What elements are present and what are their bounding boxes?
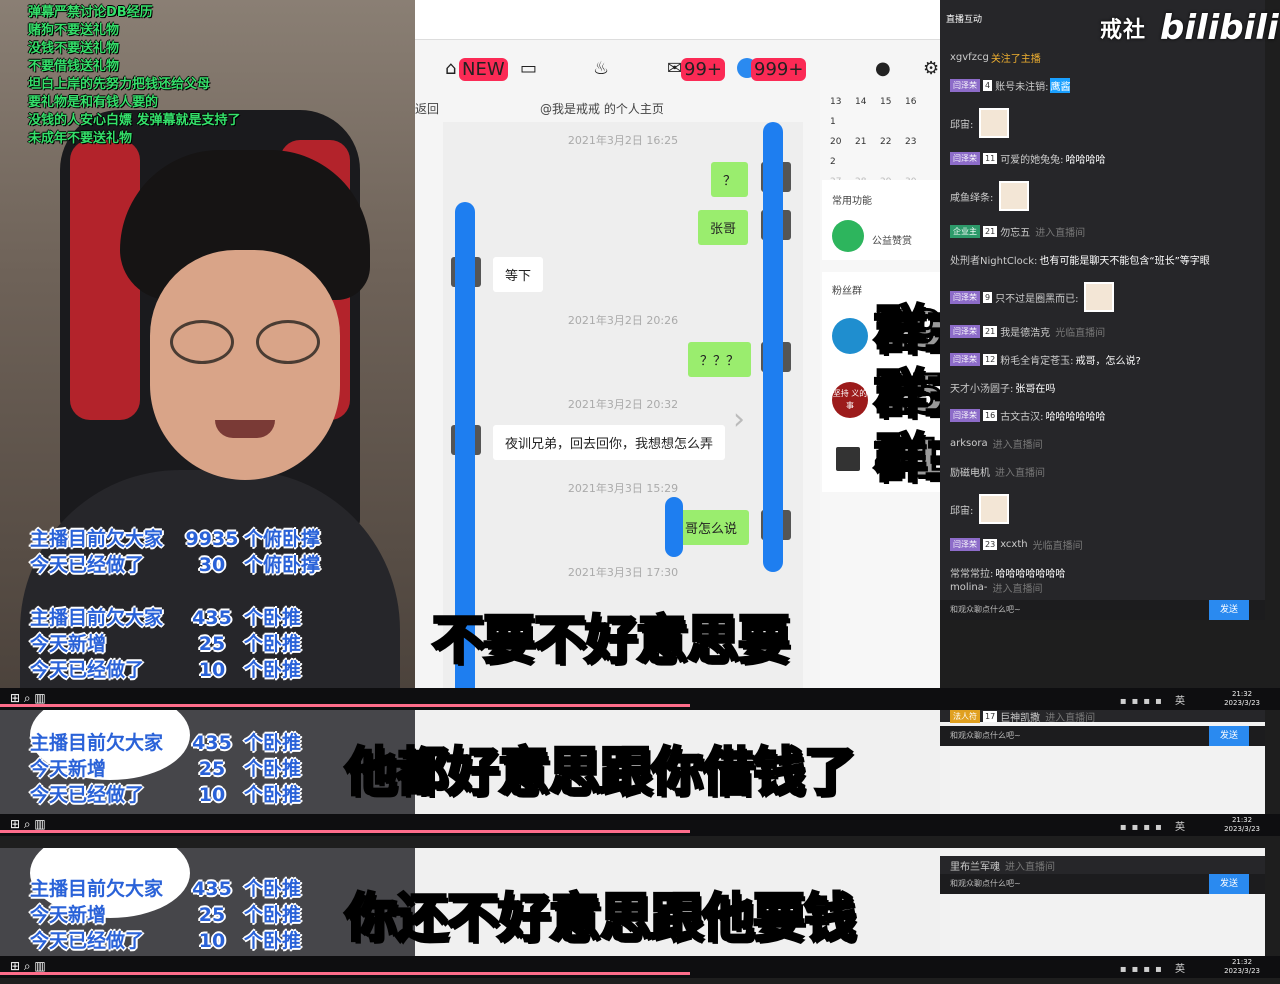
progress-bar xyxy=(0,704,690,707)
clock: 21:32 2023/3/23 xyxy=(1224,958,1260,975)
back-link[interactable]: 返回 xyxy=(415,100,439,117)
bilibili-logo: bilibili xyxy=(1160,8,1279,48)
timestamp: 2021年3月2日 16:25 xyxy=(567,134,679,147)
message-received: 夜训兄弟，回去回你，我想想怎么弄 xyxy=(493,425,726,460)
sticker-emote xyxy=(979,108,1010,138)
timestamp: 2021年3月2日 20:32 xyxy=(567,398,679,411)
stream-rules: 弹幕严禁讨论DB经历 赌狗不要送礼物 没钱不要送礼物 不要借钱送礼物 坦白上岸的先努力… xyxy=(28,5,241,146)
settings-icon[interactable]: ⚙ xyxy=(923,58,939,79)
video-frame-1: 弹幕严禁讨论DB经历 赌狗不要送礼物 没钱不要送礼物 不要借钱送礼物 坦白上岸的先努力… xyxy=(0,0,1280,710)
charity-link[interactable]: 公益赞赏 xyxy=(872,232,912,247)
chevron-right-icon[interactable]: › xyxy=(733,402,745,437)
clock: 21:32 2023/3/23 xyxy=(1224,816,1260,833)
webcam-feed: 弹幕严禁讨论DB经历 赌狗不要送礼物 没钱不要送礼物 不要借钱送礼物 坦白上岸的先努力… xyxy=(0,0,415,688)
chat-icon[interactable]: ● xyxy=(875,58,891,79)
pushup-counter: 主播目前欠大家 9935 个俯卧撑 今天已经做了 30 个俯卧撑 xyxy=(30,528,321,576)
message-sent: 哥怎么说 xyxy=(673,510,750,545)
blue-redaction-stroke xyxy=(763,122,783,572)
system-tray: ▪▪▪▪ 英 xyxy=(1119,964,1190,975)
browser-window: ⌂ NEW ▭ ♨ ✉ 99+ 999+ ● ⚙ 返回 @我是戒戒 的个人主页 20… xyxy=(415,0,1234,710)
timestamp: 2021年3月3日 17:30 xyxy=(567,566,679,579)
fire-icon[interactable]: ♨ xyxy=(593,58,609,79)
subtitle: 他都好意思跟你借钱了 xyxy=(343,742,857,805)
mail-icon[interactable]: ✉ xyxy=(667,58,682,79)
subtitle: 不要不好意思要 xyxy=(430,610,791,673)
profile-title: @我是戒戒 的个人主页 xyxy=(540,102,664,116)
message-sent: ？ xyxy=(711,162,749,197)
sticker-emote xyxy=(979,494,1010,524)
group-item[interactable]: 闫泽荣41人群主：我是戒戒 xyxy=(872,432,1233,487)
chat-input[interactable]: 和观众聊点什么吧~ 发送 xyxy=(940,874,1265,894)
message-sent: 张哥 xyxy=(698,210,749,245)
chat-input[interactable]: 和观众聊点什么吧~ 发送 xyxy=(940,600,1265,620)
send-button[interactable]: 发送 xyxy=(1209,726,1249,746)
send-button[interactable]: 发送 xyxy=(1209,600,1249,620)
chat-input[interactable]: 和观众聊点什么吧~ 发送 xyxy=(940,726,1265,746)
glasses xyxy=(170,320,320,364)
video-frame-2: 主播目前欠大家 435 个卧推 今天新增 25 个卧推 今天已经做了 10 个卧推 法人符 1… xyxy=(0,710,1280,836)
streamer-face xyxy=(150,250,340,480)
timestamp: 2021年3月3日 15:29 xyxy=(567,482,679,495)
fan-groups-card: 粉丝群 进来吹空调299人群主：我是戒戒 坚持 义的事 戒戒直播粉丝群258人群… xyxy=(822,272,1234,492)
subtitle: 你还不好意思跟他要钱 xyxy=(343,888,857,951)
message-sent: ？？？ xyxy=(688,342,752,377)
live-chat-panel: 里布兰军魂 进入直播间 xyxy=(940,848,1265,968)
group-icon[interactable]: 坚持 义的事 xyxy=(832,382,868,418)
progress-bar xyxy=(0,972,690,975)
sticker-emote xyxy=(1084,282,1115,312)
group-item[interactable]: 戒戒直播粉丝群258人群主：我是戒戒 xyxy=(872,368,1233,423)
bench-counter: 主播目前欠大家 435 个卧推 今天新增 25 个卧推 今天已经做了 10 个卧推 xyxy=(30,607,302,681)
video-icon[interactable]: ▭ xyxy=(520,58,537,79)
clock: 21:32 2023/3/23 xyxy=(1224,690,1260,707)
watermark-text: 戒社 xyxy=(1100,18,1147,43)
progress-bar xyxy=(0,830,690,833)
bench-counter: 主播目前欠大家 435 个卧推 今天新增 25 个卧推 今天已经做了 10 个卧推 xyxy=(30,732,302,806)
system-tray: ▪▪▪▪ 英 xyxy=(1119,822,1190,833)
sticker-emote xyxy=(999,181,1030,211)
bench-counter: 主播目前欠大家 435 个卧推 今天新增 25 个卧推 今天已经做了 10 个卧推 xyxy=(30,878,302,952)
browser-toolbar xyxy=(415,0,940,40)
send-button[interactable]: 发送 xyxy=(1209,874,1249,894)
blue-redaction-stroke xyxy=(665,497,683,557)
system-tray: ▪▪▪▪ 英 xyxy=(1119,696,1190,707)
video-frame-3: 主播目前欠大家 435 个卧推 今天新增 25 个卧推 今天已经做了 10 个卧推 里布兰军… xyxy=(0,836,1280,984)
group-item[interactable]: 进来吹空调299人群主：我是戒戒 xyxy=(872,304,1233,359)
common-functions-card: 常用功能 公益赞赏 xyxy=(822,180,940,260)
sidebar: 131415161 202122232 272829303 常用功能 公益赞赏 … xyxy=(820,80,1234,710)
live-chat-panel: 直播互动 xgvfzcg 关注了主播 闫泽荣 4 账号未注销: 鹰酱 邱宙: 闫泽荣 11… xyxy=(940,0,1265,620)
group-icon[interactable] xyxy=(832,318,868,354)
charity-icon[interactable] xyxy=(832,220,864,252)
home-icon[interactable]: ⌂ xyxy=(445,58,456,79)
timestamp: 2021年3月2日 20:26 xyxy=(567,314,679,327)
message-received: 等下 xyxy=(493,257,544,292)
group-icon[interactable] xyxy=(836,447,860,471)
